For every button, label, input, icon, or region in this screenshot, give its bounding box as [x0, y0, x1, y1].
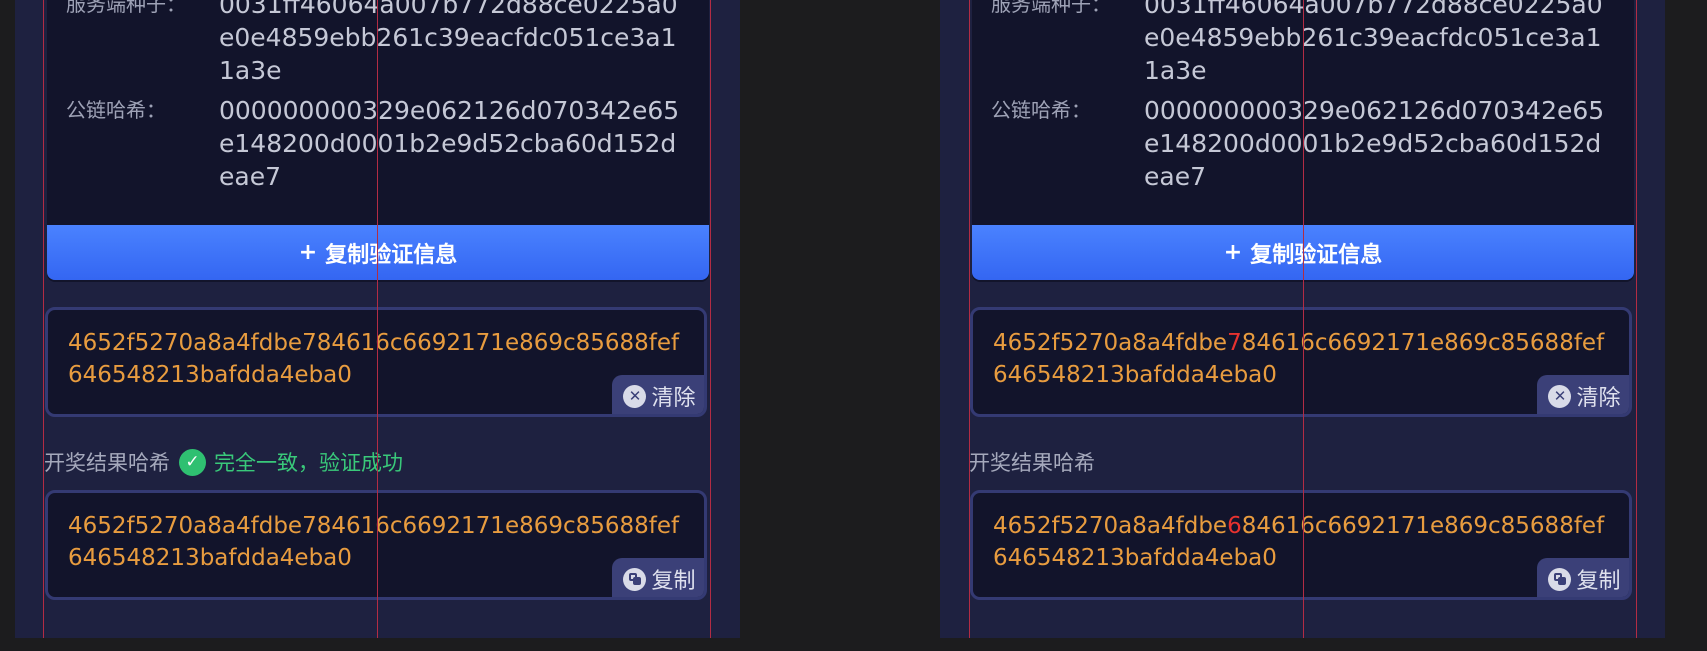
guide-line — [1636, 0, 1637, 638]
chain-hash-value: 000000000329e062126d070342e65e148200d000… — [1144, 96, 1605, 191]
plus-icon: + — [1223, 240, 1243, 265]
clear-label: 清除 — [651, 386, 696, 411]
server-seed-label: 服务端种子： — [66, 0, 186, 16]
input-hash-part: 4652f5270a8a4fdbe — [993, 330, 1228, 356]
guide-line — [1303, 0, 1304, 638]
input-hash-text[interactable]: 4652f5270a8a4fdbe784616c6692171e869c8568… — [68, 327, 693, 391]
clear-button[interactable]: ✕ 清除 — [1537, 375, 1629, 414]
result-hash-part: 4652f5270a8a4fdbe — [993, 513, 1228, 539]
guide-line — [43, 0, 44, 638]
result-hash-box: 4652f5270a8a4fdbe784616c6692171e869c8568… — [45, 490, 707, 600]
copy-button[interactable]: 复制 — [612, 558, 704, 597]
result-hash-heading: 开奖结果哈希 — [969, 447, 1095, 477]
result-hash-box: 4652f5270a8a4fdbe684616c6692171e869c8568… — [970, 490, 1632, 600]
input-hash-diff-char: 7 — [1227, 330, 1242, 356]
success-text: 完全一致，验证成功 — [214, 451, 403, 475]
clear-label: 清除 — [1576, 386, 1621, 411]
copy-verification-info-label: 复制验证信息 — [1250, 242, 1383, 268]
copy-button[interactable]: 复制 — [1537, 558, 1629, 597]
result-hash-text: 4652f5270a8a4fdbe684616c6692171e869c8568… — [993, 510, 1618, 574]
close-circle-icon: ✕ — [1548, 384, 1572, 408]
hash-input-box[interactable]: 4652f5270a8a4fdbe784616c6692171e869c8568… — [45, 307, 707, 417]
result-hash-heading: 开奖结果哈希 ✓ 完全一致，验证成功 — [44, 447, 403, 477]
copy-icon — [1548, 567, 1572, 591]
chain-hash-value: 000000000329e062126d070342e65e148200d000… — [219, 96, 680, 191]
input-hash-text[interactable]: 4652f5270a8a4fdbe784616c6692171e869c8568… — [993, 327, 1618, 391]
verification-success-status: ✓ 完全一致，验证成功 — [179, 447, 403, 477]
guide-line — [710, 0, 711, 638]
copy-label: 复制 — [651, 569, 696, 594]
chain-hash-label: 公链哈希： — [991, 98, 1091, 122]
copy-label: 复制 — [1576, 569, 1621, 594]
copy-verification-info-label: 复制验证信息 — [325, 242, 458, 268]
guide-line — [969, 0, 970, 638]
verification-info-card: 服务端种子： 0031ff46064a007b772d88ce0225a0e0e… — [47, 0, 709, 282]
copy-icon — [623, 567, 647, 591]
check-circle-icon: ✓ — [179, 448, 206, 476]
close-circle-icon: ✕ — [623, 384, 647, 408]
server-seed-value: 0031ff46064a007b772d88ce0225a0e0e4859ebb… — [219, 0, 678, 85]
copy-verification-info-button[interactable]: + 复制验证信息 — [47, 225, 709, 280]
result-hash-label: 开奖结果哈希 — [44, 451, 170, 475]
server-seed-label: 服务端种子： — [991, 0, 1111, 16]
server-seed-value: 0031ff46064a007b772d88ce0225a0e0e4859ebb… — [1144, 0, 1603, 85]
hash-input-box[interactable]: 4652f5270a8a4fdbe784616c6692171e869c8568… — [970, 307, 1632, 417]
chain-hash-label: 公链哈希： — [66, 98, 166, 122]
result-hash-label: 开奖结果哈希 — [969, 451, 1095, 475]
clear-button[interactable]: ✕ 清除 — [612, 375, 704, 414]
result-hash-diff-char: 6 — [1227, 513, 1242, 539]
guide-line — [377, 0, 378, 638]
result-hash-text: 4652f5270a8a4fdbe784616c6692171e869c8568… — [68, 513, 680, 571]
plus-icon: + — [298, 240, 318, 265]
